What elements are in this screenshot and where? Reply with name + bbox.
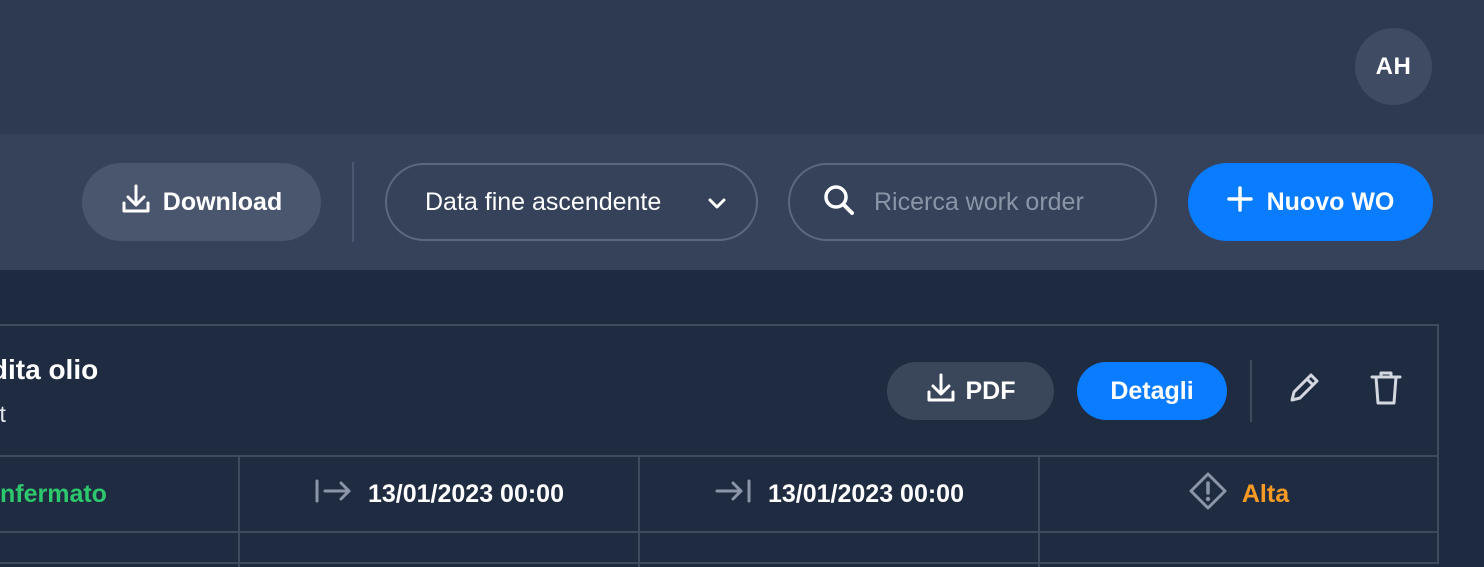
download-icon <box>121 183 151 222</box>
plus-icon <box>1226 185 1253 219</box>
work-order-subtitle: st <box>0 401 6 427</box>
card-divider <box>0 531 1437 533</box>
status-cell: nfermato <box>0 457 238 531</box>
details-button[interactable]: Detagli <box>1077 362 1227 420</box>
priority-badge: Alta <box>1241 479 1290 508</box>
priority-warning-icon <box>1188 471 1228 518</box>
avatar-initials: AH <box>1375 52 1412 80</box>
pdf-button[interactable]: PDF <box>887 362 1054 420</box>
pdf-button-label: PDF <box>965 376 1016 405</box>
status-badge: nfermato <box>0 479 107 508</box>
download-button-label: Download <box>162 187 283 216</box>
new-work-order-button[interactable]: Nuovo WO <box>1188 163 1433 241</box>
search-icon <box>822 183 856 222</box>
download-icon <box>926 372 956 411</box>
sort-select-value: Data fine ascendente <box>425 187 662 216</box>
details-button-label: Detagli <box>1110 376 1194 405</box>
priority-cell: Alta <box>1040 457 1437 531</box>
end-arrow-icon <box>714 478 754 511</box>
actions-divider <box>1250 360 1252 422</box>
new-work-order-label: Nuovo WO <box>1266 187 1395 216</box>
top-header: AH <box>0 0 1484 134</box>
delete-button[interactable] <box>1366 370 1406 410</box>
work-order-card: rdita olio st PDF Detagli <box>0 324 1439 567</box>
sort-select[interactable]: Data fine ascendente <box>385 163 758 241</box>
pencil-icon <box>1286 370 1322 411</box>
start-date: 13/01/2023 00:00 <box>367 479 564 508</box>
start-arrow-icon <box>314 478 354 511</box>
search-input[interactable] <box>872 186 1132 218</box>
chevron-down-icon <box>706 192 728 221</box>
end-date-cell: 13/01/2023 00:00 <box>640 457 1038 531</box>
toolbar-divider <box>352 162 354 242</box>
end-date: 13/01/2023 00:00 <box>767 479 964 508</box>
search-field[interactable] <box>788 163 1157 241</box>
work-order-title: rdita olio <box>0 354 99 385</box>
trash-icon <box>1368 369 1404 412</box>
toolbar: Download Data fine ascendente Nuovo WO <box>0 134 1484 270</box>
avatar[interactable]: AH <box>1355 28 1432 105</box>
edit-button[interactable] <box>1284 370 1324 410</box>
start-date-cell: 13/01/2023 00:00 <box>240 457 638 531</box>
download-button[interactable]: Download <box>82 163 321 241</box>
